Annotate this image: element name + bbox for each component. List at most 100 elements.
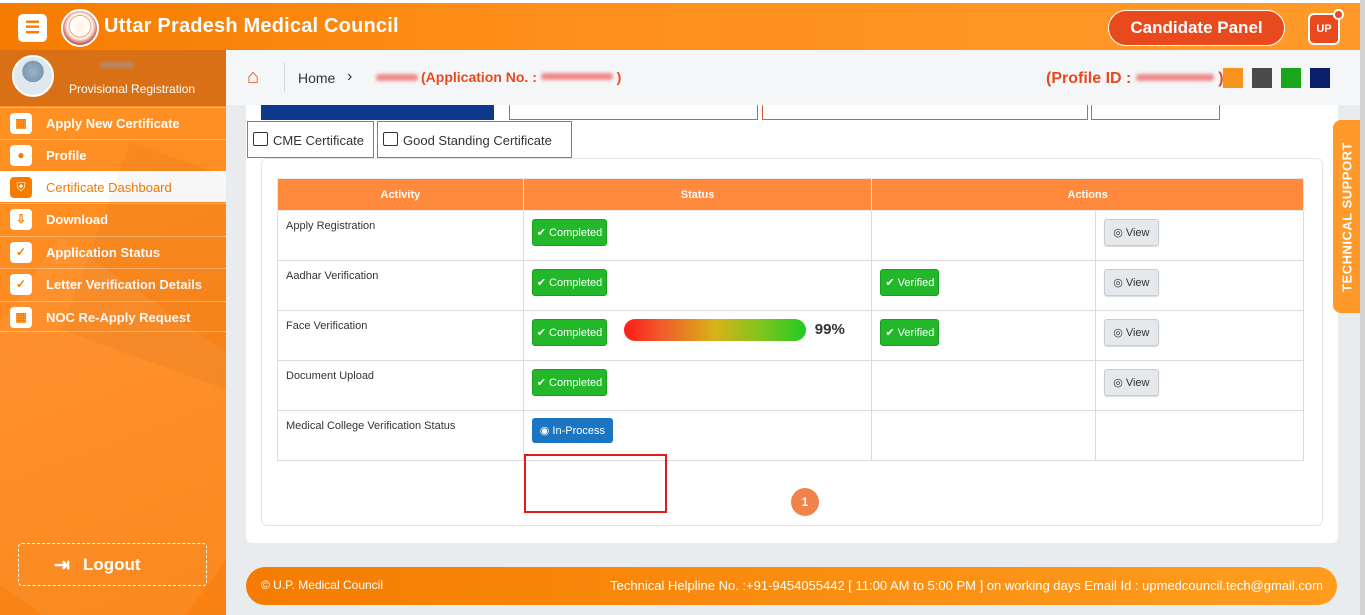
view-button[interactable]: ◎ View bbox=[1104, 319, 1159, 346]
check-circle-icon: ✓ bbox=[10, 274, 32, 295]
tab-stub-active[interactable] bbox=[261, 105, 494, 120]
technical-support-label: TECHNICAL SUPPORT bbox=[1339, 141, 1354, 292]
sidebar-item-profile[interactable]: ● Profile bbox=[0, 139, 226, 170]
status-cell: ✔ Completed bbox=[522, 210, 873, 261]
sidebar-item-label: Profile bbox=[46, 148, 87, 163]
certificate-icon bbox=[383, 132, 398, 146]
sidebar-item-application-status[interactable]: ✓ Application Status bbox=[0, 236, 226, 267]
table-header-row: Activity Status Actions bbox=[277, 178, 1304, 211]
sidebar: Provisional Registration ▦ Apply New Cer… bbox=[0, 50, 226, 615]
footer-copyright: © U.P. Medical Council bbox=[261, 578, 384, 592]
status-cell: ✔ Completed bbox=[522, 260, 873, 311]
certificate-icon bbox=[253, 132, 268, 146]
table-row: Document Upload ✔ Completed ◎ View bbox=[277, 360, 1304, 411]
status-badge-in-process: ◉ In-Process bbox=[531, 418, 613, 443]
table-row: Medical College Verification Status ◉ In… bbox=[277, 410, 1304, 461]
activity-name: Document Upload bbox=[277, 360, 524, 411]
tab-good-standing-certificate[interactable]: Good Standing Certificate bbox=[377, 121, 572, 158]
sidebar-item-label: Letter Verification Details bbox=[46, 277, 203, 292]
status-cell: ✔ Completed bbox=[522, 360, 873, 411]
tab-label: CME Certificate bbox=[273, 133, 365, 148]
action-status-cell bbox=[871, 360, 1097, 411]
theme-swatch-navy[interactable] bbox=[1310, 68, 1330, 88]
hamburger-icon: ☰ bbox=[24, 18, 41, 37]
sidebar-item-certificate-dashboard[interactable]: ⛨ Certificate Dashboard bbox=[0, 171, 226, 202]
footer-contact: Technical Helpline No. :+91-9454055442 [… bbox=[610, 578, 1323, 593]
tab-cme-certificate[interactable]: CME Certificate bbox=[247, 121, 374, 158]
council-logo bbox=[61, 9, 99, 47]
grid-icon: ▦ bbox=[10, 113, 32, 134]
redacted-application-number bbox=[540, 73, 613, 80]
tab-stub[interactable] bbox=[762, 105, 1088, 120]
candidate-panel-button[interactable]: Candidate Panel bbox=[1108, 10, 1285, 46]
sidebar-item-noc-reapply[interactable]: ▦ NOC Re-Apply Request bbox=[0, 301, 226, 332]
technical-support-tab[interactable]: TECHNICAL SUPPORT bbox=[1333, 120, 1360, 313]
action-cell: ◎ View bbox=[1095, 310, 1304, 361]
face-match-progress-bar bbox=[623, 319, 806, 341]
app-title: Uttar Pradesh Medical Council bbox=[104, 15, 399, 37]
main-content: ⌂ Home › (Application No. : ) (Profile I… bbox=[226, 50, 1360, 615]
action-cell: ◎ View bbox=[1095, 210, 1304, 261]
table-row: Face Verification ✔ Completed 99% ✔ Veri… bbox=[277, 310, 1304, 361]
grid-icon: ▦ bbox=[10, 307, 32, 328]
top-header: ☰ Uttar Pradesh Medical Council Candidat… bbox=[0, 0, 1360, 50]
action-status-cell bbox=[871, 210, 1097, 261]
home-icon[interactable]: ⌂ bbox=[247, 67, 269, 89]
sidebar-item-label: Download bbox=[46, 212, 109, 227]
sidebar-item-label: Application Status bbox=[46, 245, 161, 260]
logout-button[interactable]: ⇥ Logout bbox=[18, 543, 207, 586]
column-header-activity: Activity bbox=[277, 178, 524, 211]
download-icon: ⇩ bbox=[10, 209, 32, 230]
certificate-card: CME Certificate Good Standing Certificat… bbox=[246, 105, 1338, 543]
user-icon: ● bbox=[10, 145, 32, 166]
logout-icon: ⇥ bbox=[54, 555, 70, 576]
theme-swatch-gray[interactable] bbox=[1252, 68, 1272, 88]
user-subtitle: Provisional Registration bbox=[69, 82, 196, 96]
breadcrumb-home-link[interactable]: Home bbox=[298, 70, 335, 86]
status-badge-completed: ✔ Completed bbox=[531, 319, 608, 346]
pagination-page[interactable]: 1 bbox=[791, 488, 819, 516]
tab-stub[interactable] bbox=[1091, 105, 1220, 120]
redacted-name bbox=[376, 74, 418, 81]
sidebar-item-apply-new-certificate[interactable]: ▦ Apply New Certificate bbox=[0, 107, 226, 138]
redacted-profile-id bbox=[1135, 74, 1214, 81]
sidebar-item-label: Certificate Dashboard bbox=[46, 180, 172, 195]
theme-swatch-green[interactable] bbox=[1281, 68, 1301, 88]
activity-panel: Activity Status Actions Apply Registrati… bbox=[261, 158, 1323, 526]
view-button[interactable]: ◎ View bbox=[1104, 269, 1159, 296]
user-badge[interactable]: UP bbox=[1308, 9, 1344, 45]
user-name-redacted bbox=[100, 62, 134, 68]
breadcrumb: ⌂ Home › (Application No. : ) (Profile I… bbox=[226, 50, 1360, 105]
sidebar-item-download[interactable]: ⇩ Download bbox=[0, 203, 226, 234]
action-status-cell bbox=[871, 410, 1097, 461]
logout-label: Logout bbox=[83, 555, 141, 574]
menu-toggle-button[interactable]: ☰ bbox=[18, 14, 47, 42]
highlight-annotation bbox=[524, 454, 667, 513]
status-badge-completed: ✔ Completed bbox=[531, 369, 608, 396]
action-cell: ◎ View bbox=[1095, 360, 1304, 411]
table-row: Aadhar Verification ✔ Completed ✔ Verifi… bbox=[277, 260, 1304, 311]
action-cell bbox=[1095, 410, 1304, 461]
column-header-status: Status bbox=[522, 178, 873, 211]
activity-name: Face Verification bbox=[277, 310, 524, 361]
application-number-suffix: ) bbox=[616, 69, 622, 85]
user-badge-label: UP bbox=[1316, 23, 1332, 35]
tab-label: Good Standing Certificate bbox=[403, 133, 552, 148]
activity-table: Activity Status Actions Apply Registrati… bbox=[277, 178, 1304, 461]
status-cell: ✔ Completed 99% bbox=[522, 310, 873, 361]
scrollbar[interactable] bbox=[1360, 0, 1365, 615]
column-header-actions: Actions bbox=[871, 178, 1304, 211]
chevron-right-icon: › bbox=[347, 68, 353, 85]
tab-stub[interactable] bbox=[509, 105, 758, 120]
view-button[interactable]: ◎ View bbox=[1104, 369, 1159, 396]
sidebar-item-label: NOC Re-Apply Request bbox=[46, 310, 191, 325]
sidebar-item-letter-verification[interactable]: ✓ Letter Verification Details bbox=[0, 268, 226, 299]
table-row: Apply Registration ✔ Completed ◎ View bbox=[277, 210, 1304, 261]
face-match-percentage: 99% bbox=[814, 321, 845, 338]
view-button[interactable]: ◎ View bbox=[1104, 219, 1159, 246]
status-badge-completed: ✔ Completed bbox=[531, 269, 608, 296]
avatar bbox=[12, 55, 54, 97]
profile-id-label: (Profile ID : ) bbox=[1046, 70, 1224, 88]
status-badge-verified: ✔ Verified bbox=[880, 319, 940, 346]
theme-swatch-orange[interactable] bbox=[1223, 68, 1243, 88]
